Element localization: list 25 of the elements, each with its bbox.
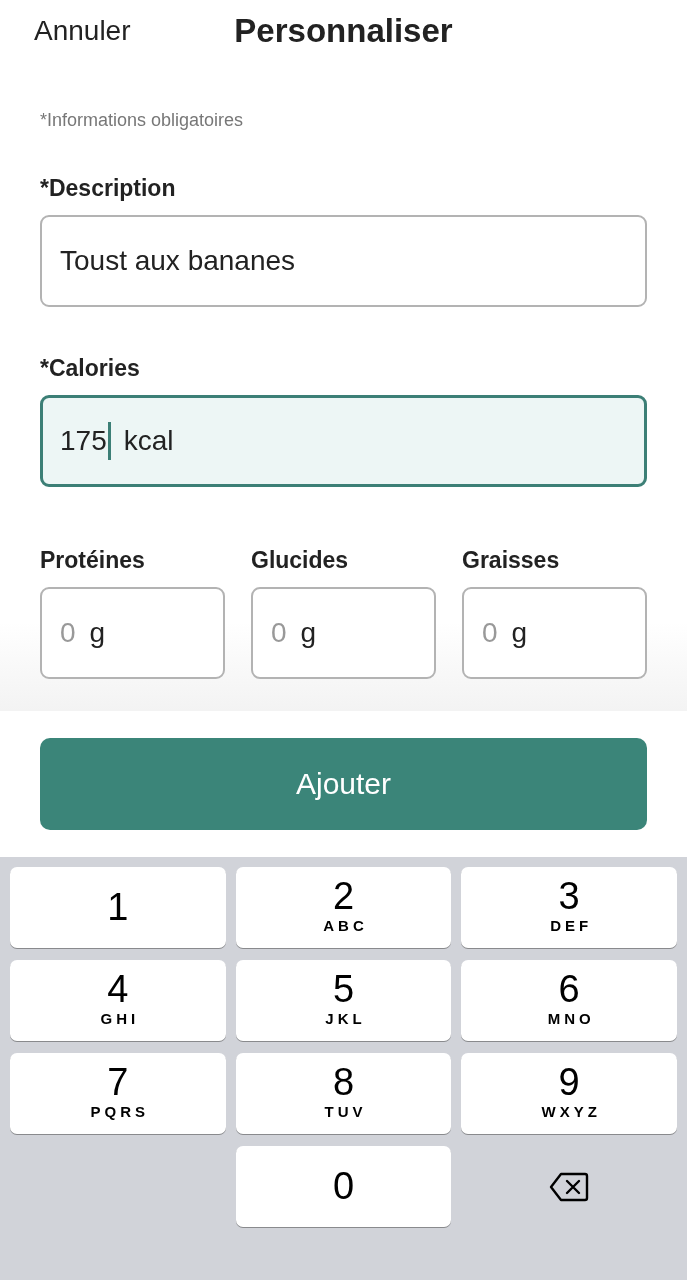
screen-title: Personnaliser xyxy=(234,12,453,50)
field-label: Glucides xyxy=(251,547,350,573)
add-button[interactable]: Ajouter xyxy=(40,738,647,830)
field-label: Protéines xyxy=(40,547,146,573)
keypad-key[interactable]: 7 PQRS xyxy=(10,1053,226,1134)
keypad-key[interactable]: 4 GHI xyxy=(10,960,226,1041)
keypad-key[interactable]: 8 TUV xyxy=(235,1053,452,1134)
keypad-key[interactable]: 1 xyxy=(10,867,226,948)
keypad-key[interactable]: 2 ABC xyxy=(235,867,452,948)
keypad-key[interactable]: 5 JKL xyxy=(235,960,452,1041)
input-field[interactable]: 0 g xyxy=(40,587,225,679)
input-field[interactable]: 0 g xyxy=(251,587,436,679)
field-label: *Description xyxy=(40,175,177,201)
keypad-key[interactable]: 6 MNO xyxy=(461,960,677,1041)
required-note: *Informations obligatoires xyxy=(40,110,245,130)
input-field[interactable]: 0 g xyxy=(462,587,647,679)
keypad-key[interactable]: 0 xyxy=(235,1146,452,1227)
input-field[interactable]: 175 kcal xyxy=(40,395,647,487)
keypad-key[interactable]: 9 WXYZ xyxy=(461,1053,677,1134)
backspace-icon xyxy=(549,1170,590,1203)
field-label: *Calories xyxy=(40,355,141,381)
cancel-button[interactable]: Annuler xyxy=(34,15,131,47)
keypad-key[interactable]: 3 DEF xyxy=(461,867,677,948)
field-label: Graisses xyxy=(462,547,561,573)
input-field[interactable]: Toust aux bananes xyxy=(40,215,647,307)
